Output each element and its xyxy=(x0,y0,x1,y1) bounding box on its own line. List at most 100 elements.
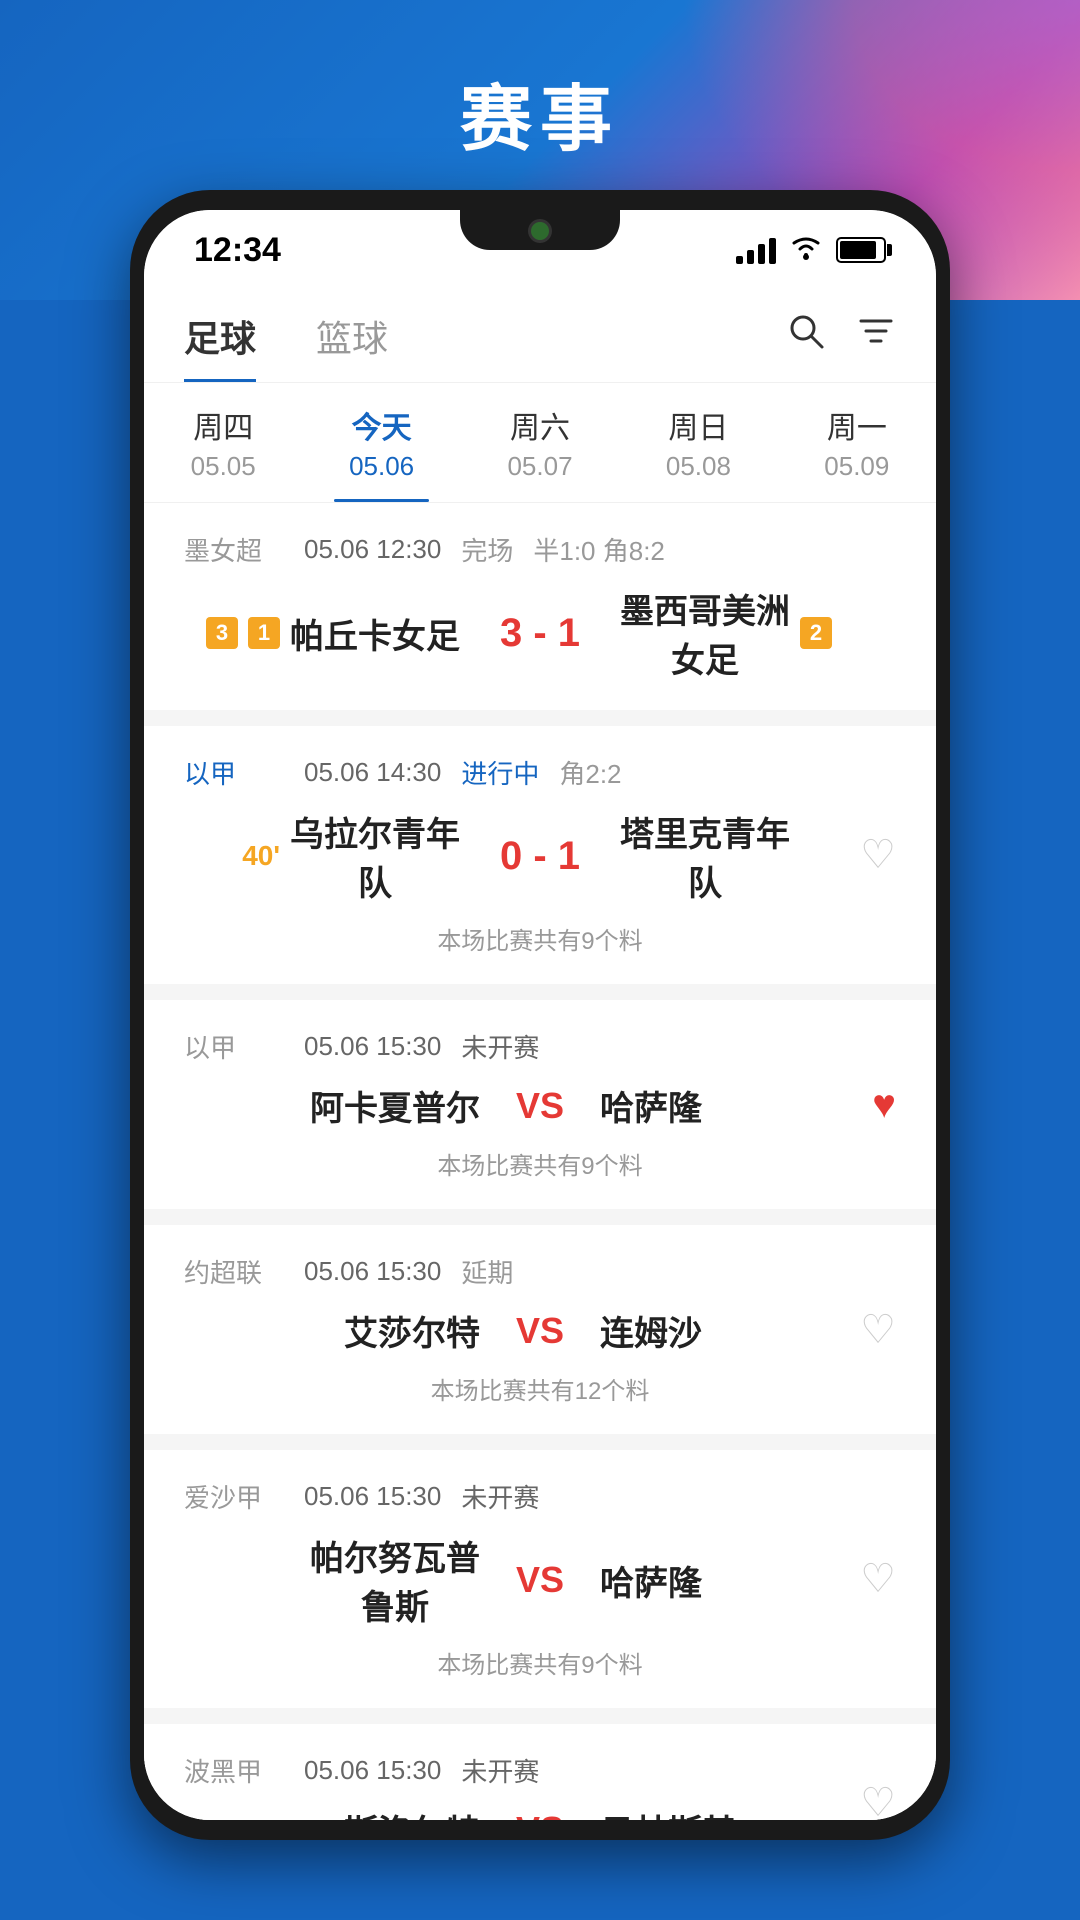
away-team-name: 哈萨隆 xyxy=(600,1081,702,1130)
match-meta: 墨女超 05.06 12:30 完场 半1:0 角8:2 xyxy=(184,531,896,568)
match-meta: 爱沙甲 05.06 15:30 未开赛 xyxy=(184,1478,896,1515)
away-team: 日林斯基 xyxy=(600,1805,896,1820)
home-team: 40' 乌拉尔青年队 xyxy=(184,807,460,905)
match-card[interactable]: 约超联 05.06 15:30 延期 艾莎尔特 VS 连姆沙 本场比赛共有12个… xyxy=(144,1225,936,1434)
away-team: 连姆沙 xyxy=(600,1306,896,1355)
match-status: 进行中 xyxy=(461,754,539,791)
match-status: 未开赛 xyxy=(461,1028,539,1065)
match-row: 阿卡夏普尔 VS 哈萨隆 xyxy=(184,1081,896,1130)
match-meta: 以甲 05.06 14:30 进行中 角2:2 xyxy=(184,754,896,791)
live-time: 40' xyxy=(242,840,280,872)
vs-label: VS xyxy=(480,1809,600,1821)
match-time: 05.06 15:30 xyxy=(304,1755,441,1786)
away-team-name: 墨西哥美洲女足 xyxy=(620,584,790,682)
home-team: 帕尔努瓦普鲁斯 xyxy=(184,1531,480,1629)
home-rank1: 3 xyxy=(206,617,238,649)
vs-label: VS xyxy=(480,1310,600,1352)
away-team-name: 连姆沙 xyxy=(600,1306,702,1355)
day-tab-sun[interactable]: 周日 05.08 xyxy=(619,383,777,502)
match-time: 05.06 12:30 xyxy=(304,534,441,565)
phone-screen: 12:34 xyxy=(144,210,936,1820)
nav-tabs: 足球 篮球 xyxy=(184,310,786,382)
day-tab-sat[interactable]: 周六 05.07 xyxy=(461,383,619,502)
match-row: 帕尔努瓦普鲁斯 VS 哈萨隆 xyxy=(184,1531,896,1629)
away-team-name: 日林斯基 xyxy=(600,1805,736,1820)
match-time: 05.06 15:30 xyxy=(304,1256,441,1287)
match-corner: 角2:2 xyxy=(559,754,621,791)
league-name: 波黑甲 xyxy=(184,1752,284,1789)
home-rank2: 1 xyxy=(248,617,280,649)
match-row: 艾莎尔特 VS 连姆沙 xyxy=(184,1306,896,1355)
top-nav: 足球 篮球 xyxy=(144,290,936,383)
away-team: 墨西哥美洲女足 2 xyxy=(620,584,896,682)
home-team-name: 帕丘卡女足 xyxy=(290,609,460,658)
favorite-button[interactable]: ♡ xyxy=(860,832,896,878)
home-team-name: 斯洛尔特 xyxy=(344,1805,480,1820)
page-title: 赛事 xyxy=(0,60,1080,165)
home-team: 阿卡夏普尔 xyxy=(184,1081,480,1130)
day-tabs: 周四 05.05 今天 05.06 周六 05.07 周日 05.08 周一 xyxy=(144,383,936,503)
match-card[interactable]: 墨女超 05.06 12:30 完场 半1:0 角8:2 3 1 帕丘卡女足 3… xyxy=(144,503,936,710)
match-tip: 本场比赛共有9个料 xyxy=(184,1645,896,1680)
away-team: 哈萨隆 xyxy=(600,1081,896,1130)
home-team: 斯洛尔特 xyxy=(184,1805,480,1820)
home-team-name: 艾莎尔特 xyxy=(344,1306,480,1355)
signal-icon xyxy=(736,236,776,264)
favorite-button[interactable]: ♡ xyxy=(860,1307,896,1353)
day-tab-mon[interactable]: 周一 05.09 xyxy=(778,383,936,502)
match-meta: 以甲 05.06 15:30 未开赛 xyxy=(184,1028,896,1065)
match-row: 斯洛尔特 VS 日林斯基 xyxy=(184,1805,896,1820)
match-corner: 半1:0 角8:2 xyxy=(533,531,665,568)
favorite-button[interactable]: ♡ xyxy=(860,1780,896,1820)
match-time: 05.06 15:30 xyxy=(304,1031,441,1062)
league-name: 墨女超 xyxy=(184,531,284,568)
tab-soccer[interactable]: 足球 xyxy=(184,310,256,382)
match-card[interactable]: 以甲 05.06 15:30 未开赛 阿卡夏普尔 VS 哈萨隆 本场比赛共有9个… xyxy=(144,1000,936,1209)
match-list: 墨女超 05.06 12:30 完场 半1:0 角8:2 3 1 帕丘卡女足 3… xyxy=(144,503,936,1820)
match-status: 未开赛 xyxy=(461,1752,539,1789)
favorite-button[interactable]: ♡ xyxy=(860,1556,896,1602)
match-time: 05.06 15:30 xyxy=(304,1481,441,1512)
match-meta: 约超联 05.06 15:30 延期 xyxy=(184,1253,896,1290)
match-tip: 本场比赛共有12个料 xyxy=(184,1371,896,1406)
vs-label: VS xyxy=(480,1085,600,1127)
day-tab-thu[interactable]: 周四 05.05 xyxy=(144,383,302,502)
away-rank: 2 xyxy=(800,617,832,649)
away-team-name: 塔里克青年队 xyxy=(620,807,790,905)
home-team: 3 1 帕丘卡女足 xyxy=(184,609,460,658)
home-team-name: 阿卡夏普尔 xyxy=(310,1081,480,1130)
favorite-button[interactable]: ♥ xyxy=(872,1082,896,1127)
league-name: 以甲 xyxy=(184,1028,284,1065)
match-row: 3 1 帕丘卡女足 3 - 1 墨西哥美洲女足 2 xyxy=(184,584,896,682)
home-team: 艾莎尔特 xyxy=(184,1306,480,1355)
day-tab-today[interactable]: 今天 05.06 xyxy=(302,383,460,502)
match-card[interactable]: 以甲 05.06 14:30 进行中 角2:2 40' 乌拉尔青年队 0 - 1… xyxy=(144,726,936,984)
match-status: 完场 xyxy=(461,531,513,568)
league-name: 约超联 xyxy=(184,1253,284,1290)
match-status: 未开赛 xyxy=(461,1478,539,1515)
match-status: 延期 xyxy=(461,1253,513,1290)
match-tip: 本场比赛共有9个料 xyxy=(184,1146,896,1181)
vs-label: VS xyxy=(480,1559,600,1601)
home-team-name: 乌拉尔青年队 xyxy=(290,807,460,905)
match-card[interactable]: 爱沙甲 05.06 15:30 未开赛 帕尔努瓦普鲁斯 VS 哈萨隆 本场比赛共… xyxy=(144,1450,936,1708)
filter-icon[interactable] xyxy=(856,311,896,361)
match-score: 3 - 1 xyxy=(460,611,620,656)
wifi-icon xyxy=(790,233,822,268)
home-team-name: 帕尔努瓦普鲁斯 xyxy=(310,1531,480,1629)
away-team: 塔里克青年队 xyxy=(620,807,896,905)
match-row: 40' 乌拉尔青年队 0 - 1 塔里克青年队 xyxy=(184,807,896,905)
match-tip: 本场比赛共有9个料 xyxy=(184,921,896,956)
search-icon[interactable] xyxy=(786,311,826,361)
league-name: 爱沙甲 xyxy=(184,1478,284,1515)
match-meta: 波黑甲 05.06 15:30 未开赛 xyxy=(184,1752,896,1789)
status-time: 12:34 xyxy=(194,231,281,270)
match-card[interactable]: 波黑甲 05.06 15:30 未开赛 斯洛尔特 VS 日林斯基 ♡ xyxy=(144,1724,936,1820)
phone-frame: 12:34 xyxy=(130,190,950,1840)
match-score: 0 - 1 xyxy=(460,834,620,879)
league-name: 以甲 xyxy=(184,754,284,791)
battery-icon xyxy=(836,237,886,263)
match-time: 05.06 14:30 xyxy=(304,757,441,788)
tab-basketball[interactable]: 篮球 xyxy=(316,310,388,382)
away-team: 哈萨隆 xyxy=(600,1556,896,1605)
